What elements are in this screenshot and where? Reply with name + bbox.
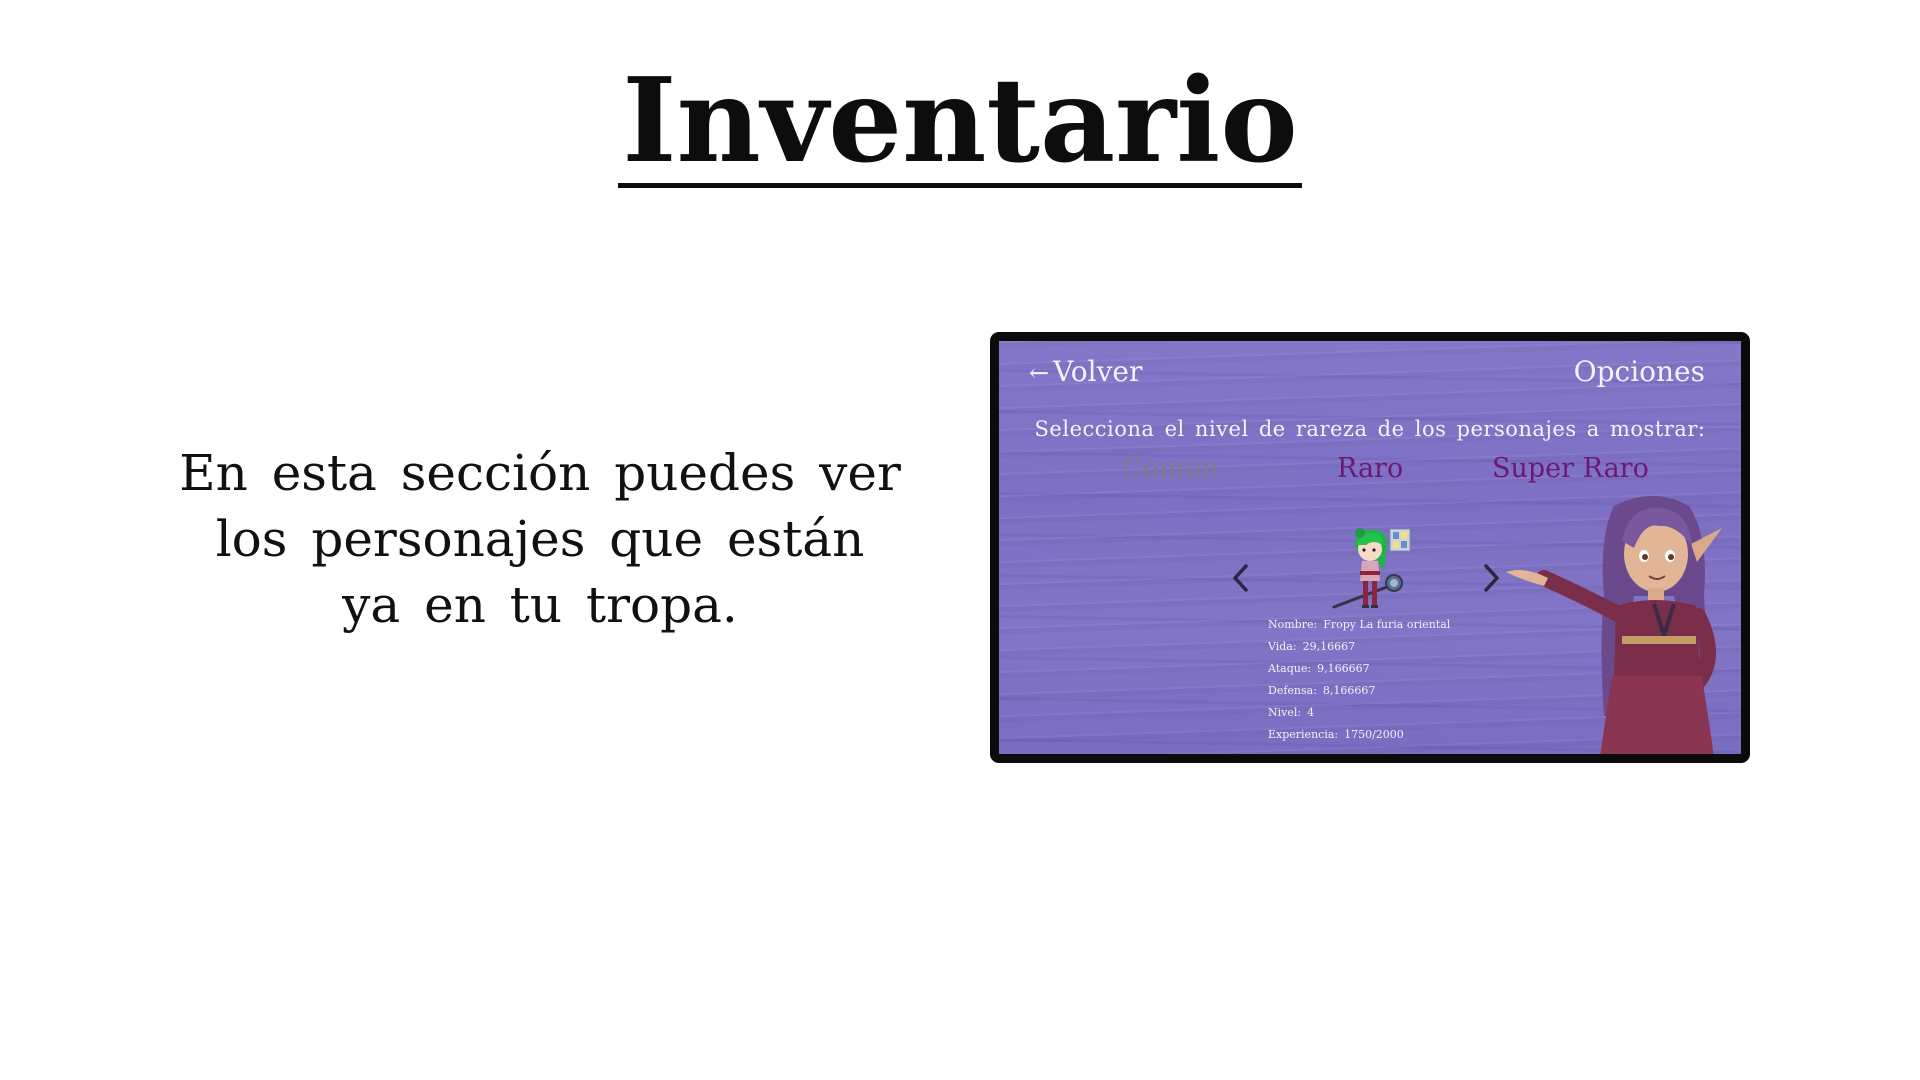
description-line: ya en tu tropa. bbox=[342, 576, 738, 634]
slide-description: En esta sección puedes ver los personaje… bbox=[165, 440, 915, 638]
stat-attack: Ataque: 9,166667 bbox=[1268, 662, 1370, 675]
rarity-common-button[interactable]: Común bbox=[1122, 453, 1219, 484]
rarity-prompt: Selecciona el nivel de rareza de los per… bbox=[1034, 417, 1706, 441]
description-line: los personajes que están bbox=[215, 510, 865, 568]
inventory-screen: ← Volver Opciones Selecciona el nivel de … bbox=[999, 341, 1741, 754]
character-stats: Nombre: Fropy La furia oriental Vida: 29,1… bbox=[1268, 614, 1450, 746]
stat-hp: Vida: 29,16667 bbox=[1268, 640, 1356, 653]
guide-character-illustration bbox=[1506, 496, 1722, 754]
back-label: Volver bbox=[1053, 355, 1143, 388]
back-button[interactable]: ← Volver bbox=[1029, 355, 1142, 388]
back-arrow-icon: ← bbox=[1029, 359, 1050, 387]
options-button[interactable]: Opciones bbox=[1574, 355, 1705, 388]
stat-experience: Experiencia: 1750/2000 bbox=[1268, 728, 1404, 741]
character-sprite bbox=[1332, 528, 1411, 609]
stat-level: Nivel: 4 bbox=[1268, 706, 1315, 719]
chevron-left-icon[interactable] bbox=[1229, 561, 1253, 595]
stat-name: Nombre: Fropy La furia oriental bbox=[1268, 618, 1451, 631]
description-line: En esta sección puedes ver bbox=[179, 444, 901, 502]
rarity-rare-button[interactable]: Raro bbox=[1337, 453, 1403, 484]
slide-title: Inventario bbox=[0, 58, 1920, 188]
rarity-super-rare-button[interactable]: Super Raro bbox=[1492, 453, 1649, 484]
chevron-right-icon[interactable] bbox=[1479, 561, 1503, 595]
stat-defense: Defensa: 8,166667 bbox=[1268, 684, 1376, 697]
game-screenshot-frame: ← Volver Opciones Selecciona el nivel de … bbox=[990, 332, 1750, 763]
